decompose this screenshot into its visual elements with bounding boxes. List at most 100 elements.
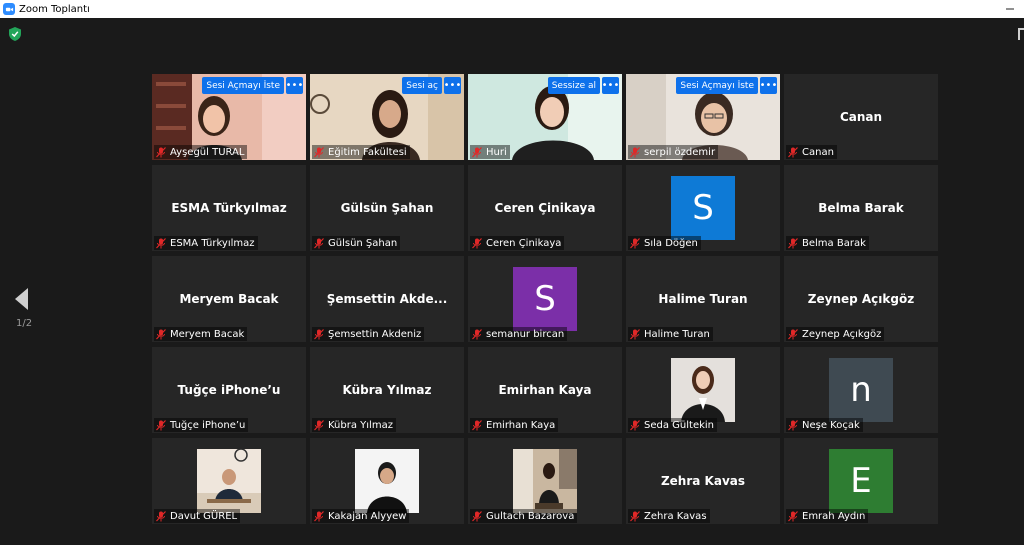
mic-muted-icon (314, 510, 324, 521)
more-options-icon[interactable]: ••• (286, 77, 303, 94)
participant-tile[interactable]: Şemsettin Akde... Şemsettin Akdeniz (310, 256, 464, 342)
participant-name: Halime Turan (644, 328, 710, 340)
participant-tile[interactable]: Kübra Yılmaz Kübra Yılmaz (310, 347, 464, 433)
participant-action-button[interactable]: Sesi Açmayı İste (202, 77, 284, 94)
mic-muted-icon (630, 419, 640, 430)
participant-tile[interactable]: ESMA Türkyılmaz ESMA Türkyılmaz (152, 165, 306, 251)
participant-name: Canan (802, 146, 834, 158)
participant-display-name: Canan (839, 110, 883, 124)
mic-muted-icon (788, 237, 798, 248)
participant-name: Şemsettin Akdeniz (328, 328, 422, 340)
participant-name: Emrah Aydın (802, 510, 866, 522)
participant-action-button[interactable]: Sesi Açmayı İste (676, 77, 758, 94)
participant-tile[interactable]: Ceren Çinikaya Ceren Çinikaya (468, 165, 622, 251)
participant-name-label: Emirhan Kaya (470, 418, 559, 432)
avatar-letter: E (850, 461, 872, 501)
participant-photo (513, 449, 577, 513)
window-controls (996, 0, 1024, 18)
shield-check-icon[interactable] (9, 27, 21, 41)
participant-name-label: Zehra Kavas (628, 509, 710, 523)
participant-name-label: Neşe Koçak (786, 418, 863, 432)
participant-name: Huri (486, 146, 507, 158)
participant-name-label: semanur bircan (470, 327, 568, 341)
more-options-icon[interactable]: ••• (444, 77, 461, 94)
participant-display-name: Emirhan Kaya (498, 383, 592, 397)
participant-display-name: Zehra Kavas (660, 474, 746, 488)
participant-name: serpil özdemir (644, 146, 716, 158)
participant-tile[interactable]: Belma Barak Belma Barak (784, 165, 938, 251)
participant-tile[interactable]: Zehra Kavas Zehra Kavas (626, 438, 780, 524)
participant-tile[interactable]: S Sıla Döğen (626, 165, 780, 251)
mic-muted-icon (314, 419, 324, 430)
letter-avatar: E (829, 449, 893, 513)
mic-muted-icon (156, 237, 166, 248)
participant-tile[interactable]: Emirhan Kaya Emirhan Kaya (468, 347, 622, 433)
mic-muted-icon (156, 328, 166, 339)
participant-display-name: Kübra Yılmaz (342, 383, 432, 397)
participant-display-name: Halime Turan (658, 292, 748, 306)
participant-tile[interactable]: Gülsün Şahan Gülsün Şahan (310, 165, 464, 251)
page-indicator: 1/2 (16, 318, 33, 329)
participant-tile[interactable]: Ssemanur bircan (468, 256, 622, 342)
chevron-left-icon[interactable] (12, 286, 32, 312)
participant-name: ESMA Türkyılmaz (170, 237, 255, 249)
participant-tile[interactable]: Davut GÜREL (152, 438, 306, 524)
participant-tile[interactable]: Sesi Açmayı İste ••• Ayşegül TURAL (152, 74, 306, 160)
mic-muted-icon (314, 146, 324, 157)
participant-tile[interactable]: E Emrah Aydın (784, 438, 938, 524)
participant-display-name: Ceren Çinikaya (494, 201, 596, 215)
more-options-icon[interactable]: ••• (760, 77, 777, 94)
participant-tile[interactable]: Kakajan Alyyew (310, 438, 464, 524)
tile-controls: Sesi Açmayı İste ••• (676, 77, 777, 94)
letter-avatar: n (829, 358, 893, 422)
participant-tile[interactable]: Sessize al ••• Huri (468, 74, 622, 160)
participant-tile[interactable]: Gultach Bazarova (468, 438, 622, 524)
participant-tile[interactable]: Sesi Açmayı İste ••• serpil özdemir (626, 74, 780, 160)
participant-display-name: Şemsettin Akde... (326, 292, 448, 306)
mic-muted-icon (788, 146, 798, 157)
participant-action-button[interactable]: Sesi aç (402, 77, 442, 94)
mic-muted-icon (472, 237, 482, 248)
mic-muted-icon (788, 419, 798, 430)
participant-name: Zeynep Açıkgöz (802, 328, 882, 340)
participant-name-label: Gultach Bazarova (470, 509, 578, 523)
participant-name: Kübra Yılmaz (328, 419, 393, 431)
window-title: Zoom Toplantı (19, 3, 90, 15)
participant-name: Gülsün Şahan (328, 237, 398, 249)
mic-muted-icon (788, 328, 798, 339)
participant-tile[interactable]: Zeynep Açıkgöz Zeynep Açıkgöz (784, 256, 938, 342)
participant-name-label: Zeynep Açıkgöz (786, 327, 885, 341)
participant-name-label: Eğitim Fakültesi (312, 145, 410, 159)
participant-name-label: serpil özdemir (628, 145, 719, 159)
mic-muted-icon (630, 237, 640, 248)
participant-tile[interactable]: Meryem Bacak Meryem Bacak (152, 256, 306, 342)
participant-name-label: ESMA Türkyılmaz (154, 236, 258, 250)
participant-name: Davut GÜREL (170, 510, 238, 522)
mic-muted-icon (472, 510, 482, 521)
participant-tile[interactable]: Sesi aç ••• Eğitim Fakültesi (310, 74, 464, 160)
participant-photo (671, 358, 735, 422)
participant-name: Zehra Kavas (644, 510, 707, 522)
participant-tile[interactable]: Halime Turan Halime Turan (626, 256, 780, 342)
participant-name-label: Gülsün Şahan (312, 236, 401, 250)
participant-name-label: Kakajan Alyyew (312, 509, 410, 523)
participant-tile[interactable]: Canan Canan (784, 74, 938, 160)
more-options-icon[interactable]: ••• (602, 77, 619, 94)
mic-muted-icon (472, 328, 482, 339)
participant-name-label: Davut GÜREL (154, 509, 241, 523)
tile-controls: Sesi Açmayı İste ••• (202, 77, 303, 94)
minimize-icon[interactable] (996, 0, 1024, 18)
avatar-letter: S (692, 188, 714, 228)
participant-photo (197, 449, 261, 513)
participant-tile[interactable]: n Neşe Koçak (784, 347, 938, 433)
participant-tile[interactable]: Seda Gültekin (626, 347, 780, 433)
mic-muted-icon (630, 146, 640, 157)
participant-tile[interactable]: Tuğçe iPhone’u Tuğçe iPhone’u (152, 347, 306, 433)
view-toggle-icon[interactable] (1018, 28, 1024, 40)
participant-name: Kakajan Alyyew (328, 510, 407, 522)
mic-muted-icon (630, 510, 640, 521)
participant-name: Ayşegül TURAL (170, 146, 245, 158)
mic-muted-icon (472, 419, 482, 430)
participant-action-button[interactable]: Sessize al (547, 77, 600, 94)
participant-name: Gultach Bazarova (486, 510, 575, 522)
